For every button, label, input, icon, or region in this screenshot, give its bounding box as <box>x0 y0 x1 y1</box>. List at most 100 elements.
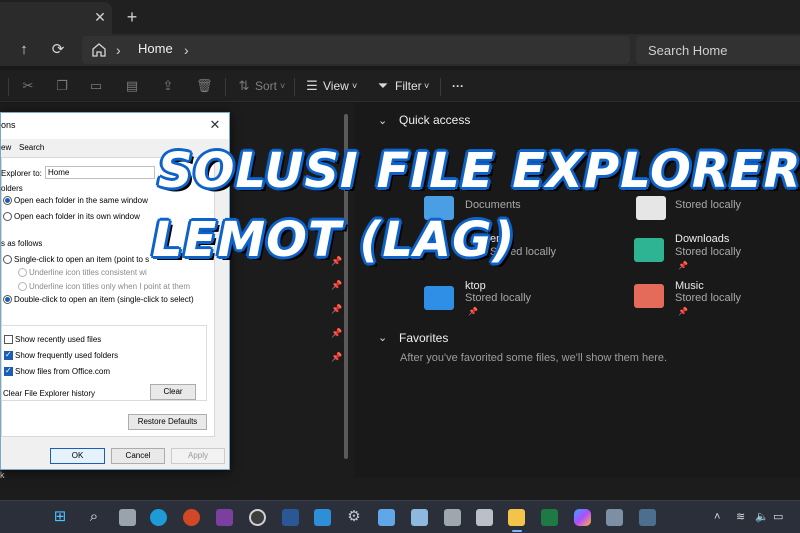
word-icon[interactable] <box>282 509 299 526</box>
browse-same-window-radio[interactable] <box>3 196 12 205</box>
file-explorer-icon[interactable] <box>508 509 525 526</box>
restore-defaults-button[interactable]: Restore Defaults <box>128 414 207 430</box>
desktop-folder-icon[interactable] <box>424 286 454 310</box>
click-items-group-label: s as follows <box>1 239 43 248</box>
devices-icon[interactable] <box>444 509 461 526</box>
show-office-checkbox[interactable] <box>4 366 13 376</box>
collapse-chevron-icon[interactable]: ⌄ <box>378 114 387 127</box>
divider <box>294 78 295 96</box>
pin-icon: 📌 <box>331 328 343 338</box>
browse-own-window-label[interactable]: Open each folder in its own window <box>14 212 140 221</box>
printer-icon[interactable] <box>476 509 493 526</box>
network-app-icon[interactable] <box>606 509 623 526</box>
quick-access-item-sub[interactable]: Documents <box>465 199 521 211</box>
favorites-heading[interactable]: Favorites <box>399 331 448 345</box>
open-explorer-select[interactable]: Home <box>45 166 155 179</box>
underline-point-label[interactable]: Underline icon titles only when I point … <box>29 282 190 291</box>
pin-icon: 📌 <box>331 280 343 290</box>
breadcrumb-chevron-icon: › <box>116 42 121 58</box>
browse-own-window-radio[interactable] <box>3 212 12 221</box>
pin-icon: 📌 <box>678 307 688 316</box>
dialog-close-icon[interactable]: ✕ <box>207 117 223 133</box>
powerpoint-icon[interactable] <box>183 509 200 526</box>
collapse-chevron-icon[interactable]: ⌄ <box>378 331 387 344</box>
more-options-icon[interactable]: ··· <box>452 78 464 94</box>
apply-button[interactable]: Apply <box>171 448 225 464</box>
show-office-label[interactable]: Show files from Office.com <box>15 367 110 376</box>
up-arrow-icon[interactable]: ↑ <box>14 40 34 60</box>
task-view-icon[interactable] <box>119 509 136 526</box>
music-folder-icon[interactable] <box>634 284 664 308</box>
show-recent-label[interactable]: Show recently used files <box>15 335 101 344</box>
show-frequent-checkbox[interactable] <box>4 350 13 360</box>
new-tab-icon[interactable]: + <box>124 8 140 26</box>
quick-access-item-title[interactable]: Downloads <box>675 233 729 245</box>
divider <box>8 78 9 96</box>
pin-icon: 📌 <box>468 307 478 316</box>
settings-gear-icon[interactable]: ⚙ <box>345 508 363 526</box>
status-bar <box>0 478 800 500</box>
control-panel-icon[interactable] <box>411 509 428 526</box>
remote-desktop-icon[interactable] <box>378 509 395 526</box>
tray-overflow-icon[interactable]: ˄ <box>714 510 720 524</box>
underline-consistent-radio[interactable] <box>18 268 27 277</box>
obs-icon[interactable] <box>249 509 266 526</box>
filter-button[interactable]: Filter <box>395 78 422 94</box>
screen-capture-icon[interactable] <box>639 509 656 526</box>
tab-search[interactable]: Search <box>19 143 44 152</box>
battery-icon[interactable]: ▭ <box>773 510 783 524</box>
tab-close-icon[interactable]: ✕ <box>92 9 108 25</box>
start-icon[interactable]: ⊞ <box>51 508 69 526</box>
browse-folders-group-label: olders <box>1 184 23 193</box>
dialog-title-bar[interactable]: ons ✕ <box>1 113 229 139</box>
downloads-folder-icon[interactable] <box>634 238 664 262</box>
view-button[interactable]: View <box>323 78 349 94</box>
refresh-icon[interactable]: ⟳ <box>48 40 68 60</box>
show-recent-checkbox[interactable] <box>4 335 13 344</box>
active-app-indicator <box>512 530 522 532</box>
search-input[interactable]: Search Home <box>636 36 800 64</box>
breadcrumb-home[interactable]: Home <box>138 41 173 56</box>
copy-icon[interactable]: ❐ <box>54 78 70 94</box>
ok-button[interactable]: OK <box>50 448 105 464</box>
cancel-button[interactable]: Cancel <box>111 448 165 464</box>
edge-icon[interactable] <box>150 509 167 526</box>
underline-consistent-label[interactable]: Underline icon titles consistent wi <box>29 268 147 277</box>
overlay-title-line-1: SOLUSI FILE EXPLORER <box>158 143 800 199</box>
excel-icon[interactable] <box>541 509 558 526</box>
quick-access-item-title[interactable]: ktop <box>465 280 486 292</box>
paste-icon[interactable]: ▭ <box>88 78 104 94</box>
sort-caret-icon: ˅ <box>280 81 286 91</box>
volume-icon[interactable]: 🔈 <box>755 510 769 524</box>
show-frequent-label[interactable]: Show frequently used folders <box>15 351 118 360</box>
clear-button[interactable]: Clear <box>150 384 196 400</box>
cut-icon[interactable]: ✂ <box>20 78 36 94</box>
double-click-radio[interactable] <box>3 295 12 304</box>
address-bar[interactable]: › Home › <box>82 36 630 64</box>
search-icon[interactable]: ⌕ <box>85 508 103 526</box>
wifi-icon[interactable]: ≋ <box>736 510 745 524</box>
onenote-icon[interactable] <box>216 509 233 526</box>
underline-point-radio[interactable] <box>18 282 27 291</box>
quick-access-heading[interactable]: Quick access <box>399 113 470 127</box>
share-icon[interactable]: ⇪ <box>160 78 176 94</box>
quick-access-item-sub: Stored locally <box>675 199 742 211</box>
tab-view[interactable]: ew <box>1 143 11 152</box>
single-click-radio[interactable] <box>3 255 12 264</box>
breadcrumb-chevron-icon[interactable]: › <box>184 40 189 60</box>
quick-access-item-title[interactable]: Music <box>675 280 704 292</box>
pin-icon: 📌 <box>331 352 343 362</box>
copilot-icon[interactable] <box>574 509 591 526</box>
pictures-folder-icon[interactable] <box>636 196 666 220</box>
view-icon: ☰ <box>306 78 318 93</box>
quick-access-item-sub: Stored locally <box>675 292 742 304</box>
delete-icon[interactable]: 🗑 <box>196 78 213 94</box>
screen: ✕ + ↑ ⟳ › Home › Search Home ✂ ❐ ▭ ▤ ⇪ 🗑… <box>0 0 800 533</box>
browse-same-window-label[interactable]: Open each folder in the same window <box>14 196 148 205</box>
sort-button[interactable]: Sort <box>255 78 277 94</box>
rename-icon[interactable]: ▤ <box>124 78 140 94</box>
status-text: k <box>0 470 5 480</box>
photos-icon[interactable] <box>314 509 331 526</box>
single-click-label[interactable]: Single-click to open an item (point to s <box>14 255 149 264</box>
double-click-label[interactable]: Double-click to open an item (single-cli… <box>14 295 194 304</box>
